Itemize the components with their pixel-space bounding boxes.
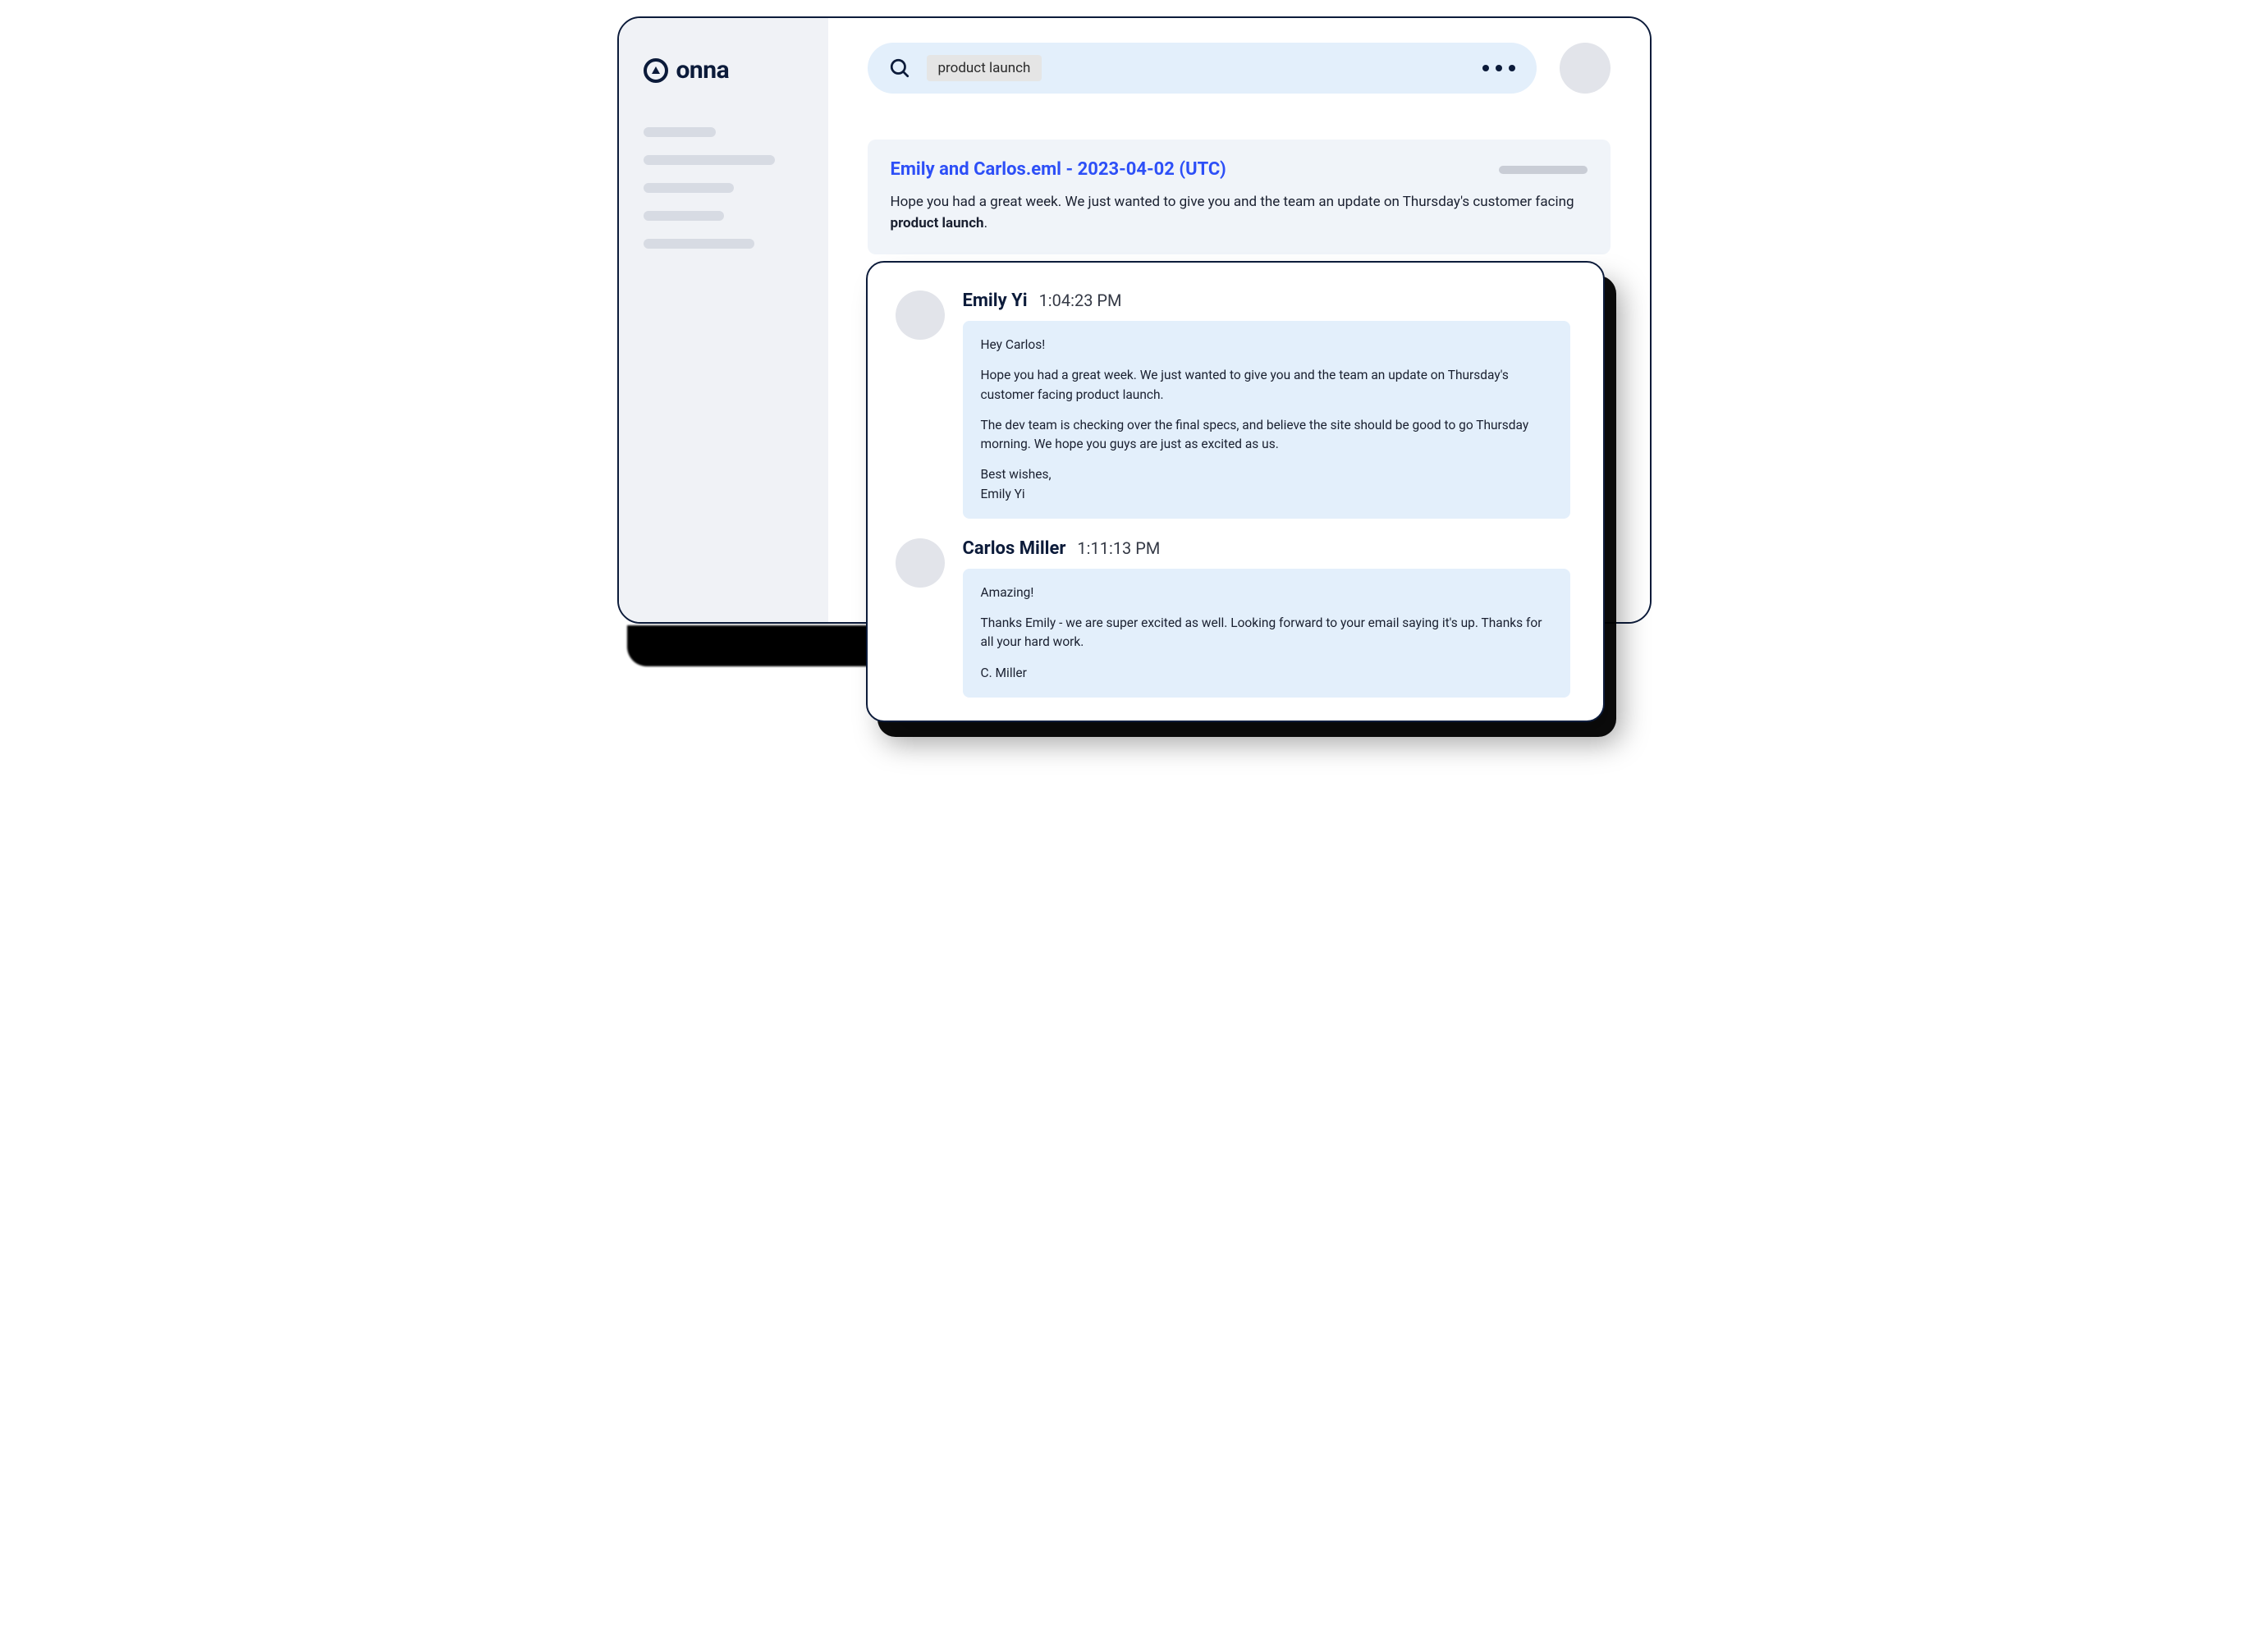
sidebar: onna [619, 18, 828, 622]
brand-name: onna [676, 56, 730, 85]
search-icon [889, 57, 910, 79]
message-body: Hey Carlos! Hope you had a great week. W… [963, 321, 1570, 519]
brand-logo[interactable]: onna [644, 56, 804, 85]
result-snippet: Hope you had a great week. We just wante… [891, 191, 1588, 235]
avatar [896, 538, 945, 588]
sent-time: 1:11:13 PM [1077, 538, 1160, 558]
sidebar-item-placeholder[interactable] [644, 239, 754, 249]
top-bar: product launch [868, 43, 1611, 94]
message-line: Hey Carlos! [981, 336, 1552, 355]
snippet-text: Hope you had a great week. We just wante… [891, 194, 1574, 210]
message-signature: Best wishes, Emily Yi [981, 465, 1552, 504]
message-line: Hope you had a great week. We just wante… [981, 366, 1552, 405]
snippet-text: . [984, 215, 987, 231]
user-avatar[interactable] [1560, 43, 1611, 94]
sender-name: Emily Yi [963, 291, 1028, 311]
sidebar-item-placeholder[interactable] [644, 211, 724, 221]
search-bar[interactable]: product launch [868, 43, 1537, 94]
message-line: The dev team is checking over the final … [981, 416, 1552, 455]
sidebar-item-placeholder[interactable] [644, 127, 716, 137]
message-line: Amazing! [981, 583, 1552, 602]
message-body: Amazing! Thanks Emily - we are super exc… [963, 569, 1570, 698]
message-line: Thanks Emily - we are super excited as w… [981, 614, 1552, 652]
sender-name: Carlos Miller [963, 538, 1066, 559]
sent-time: 1:04:23 PM [1039, 291, 1122, 310]
snippet-highlight: product launch [891, 215, 984, 231]
search-chip[interactable]: product launch [927, 55, 1042, 81]
message: Emily Yi 1:04:23 PM Hey Carlos! Hope you… [896, 291, 1570, 519]
logo-icon [644, 58, 668, 83]
message: Carlos Miller 1:11:13 PM Amazing! Thanks… [896, 538, 1570, 698]
sidebar-item-placeholder[interactable] [644, 183, 734, 193]
message-signature: C. Miller [981, 664, 1552, 683]
window-shadow [627, 625, 882, 666]
result-meta-placeholder [1499, 166, 1588, 174]
sidebar-item-placeholder[interactable] [644, 155, 775, 165]
avatar [896, 291, 945, 340]
result-title: Emily and Carlos.eml - 2023-04-02 (UTC) [891, 159, 1226, 180]
more-icon[interactable] [1482, 65, 1515, 71]
email-thread-panel: Emily Yi 1:04:23 PM Hey Carlos! Hope you… [866, 261, 1605, 722]
search-result-card[interactable]: Emily and Carlos.eml - 2023-04-02 (UTC) … [868, 140, 1611, 254]
